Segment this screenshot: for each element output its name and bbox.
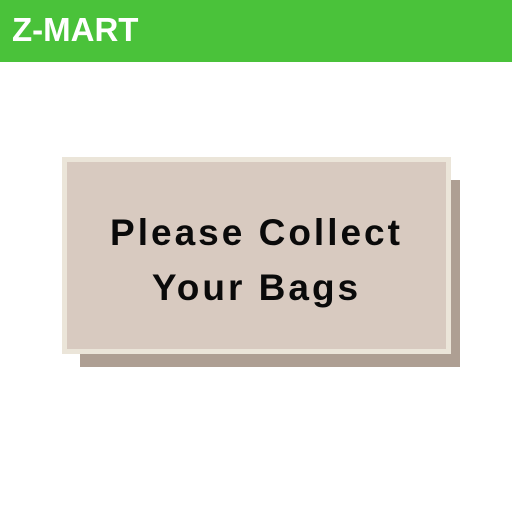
message-line-2: Your Bags: [151, 267, 362, 308]
collect-bags-message-card: Please Collect Your Bags: [62, 157, 451, 354]
kiosk-screen: Z-MART Please Collect Your Bags: [0, 0, 512, 512]
header-bar: Z-MART: [0, 0, 512, 62]
store-logo-text: Z-MART: [12, 11, 139, 48]
message-line-1: Please Collect: [110, 212, 403, 253]
message-text: Please Collect Your Bags: [67, 205, 446, 315]
